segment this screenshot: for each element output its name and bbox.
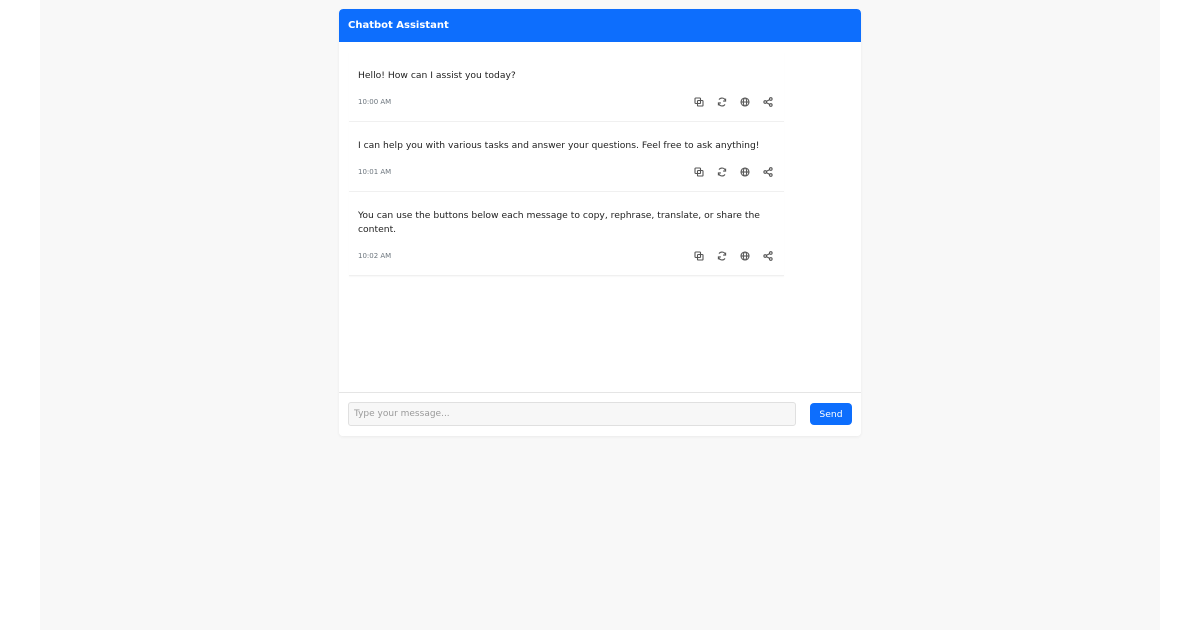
share-button[interactable] — [762, 96, 774, 108]
rephrase-button[interactable] — [716, 166, 728, 178]
translate-button[interactable] — [739, 250, 751, 262]
copy-icon — [694, 251, 704, 261]
share-button[interactable] — [762, 166, 774, 178]
chat-window: Chatbot Assistant Hello! How can I assis… — [339, 9, 861, 436]
message-text: You can use the buttons below each messa… — [358, 210, 760, 235]
share-icon — [763, 97, 773, 107]
message-item: I can help you with various tasks and an… — [349, 122, 784, 192]
translate-button[interactable] — [739, 166, 751, 178]
rephrase-button[interactable] — [716, 96, 728, 108]
send-button[interactable]: Send — [810, 403, 852, 425]
rephrase-icon — [717, 97, 727, 107]
message-list[interactable]: Hello! How can I assist you today? 10:00… — [339, 42, 861, 392]
message-input[interactable] — [348, 402, 796, 426]
share-icon — [763, 251, 773, 261]
translate-button[interactable] — [739, 96, 751, 108]
copy-button[interactable] — [693, 166, 705, 178]
translate-icon — [740, 251, 750, 261]
message-item: Hello! How can I assist you today? 10:00… — [349, 52, 784, 122]
share-button[interactable] — [762, 250, 774, 262]
message-actions — [693, 250, 774, 262]
message-actions — [693, 166, 774, 178]
composer: Send — [339, 392, 861, 436]
copy-button[interactable] — [693, 250, 705, 262]
message-text: I can help you with various tasks and an… — [358, 140, 760, 151]
translate-icon — [740, 167, 750, 177]
message-actions — [693, 96, 774, 108]
copy-icon — [694, 97, 704, 107]
copy-button[interactable] — [693, 96, 705, 108]
rephrase-icon — [717, 251, 727, 261]
message-timestamp: 10:01 AM — [358, 168, 392, 176]
message-timestamp: 10:00 AM — [358, 98, 392, 106]
translate-icon — [740, 97, 750, 107]
message-timestamp: 10:02 AM — [358, 252, 392, 260]
share-icon — [763, 167, 773, 177]
message-item: You can use the buttons below each messa… — [349, 192, 784, 276]
chat-header-title: Chatbot Assistant — [339, 9, 861, 42]
message-text: Hello! How can I assist you today? — [358, 70, 516, 81]
rephrase-button[interactable] — [716, 250, 728, 262]
rephrase-icon — [717, 167, 727, 177]
copy-icon — [694, 167, 704, 177]
